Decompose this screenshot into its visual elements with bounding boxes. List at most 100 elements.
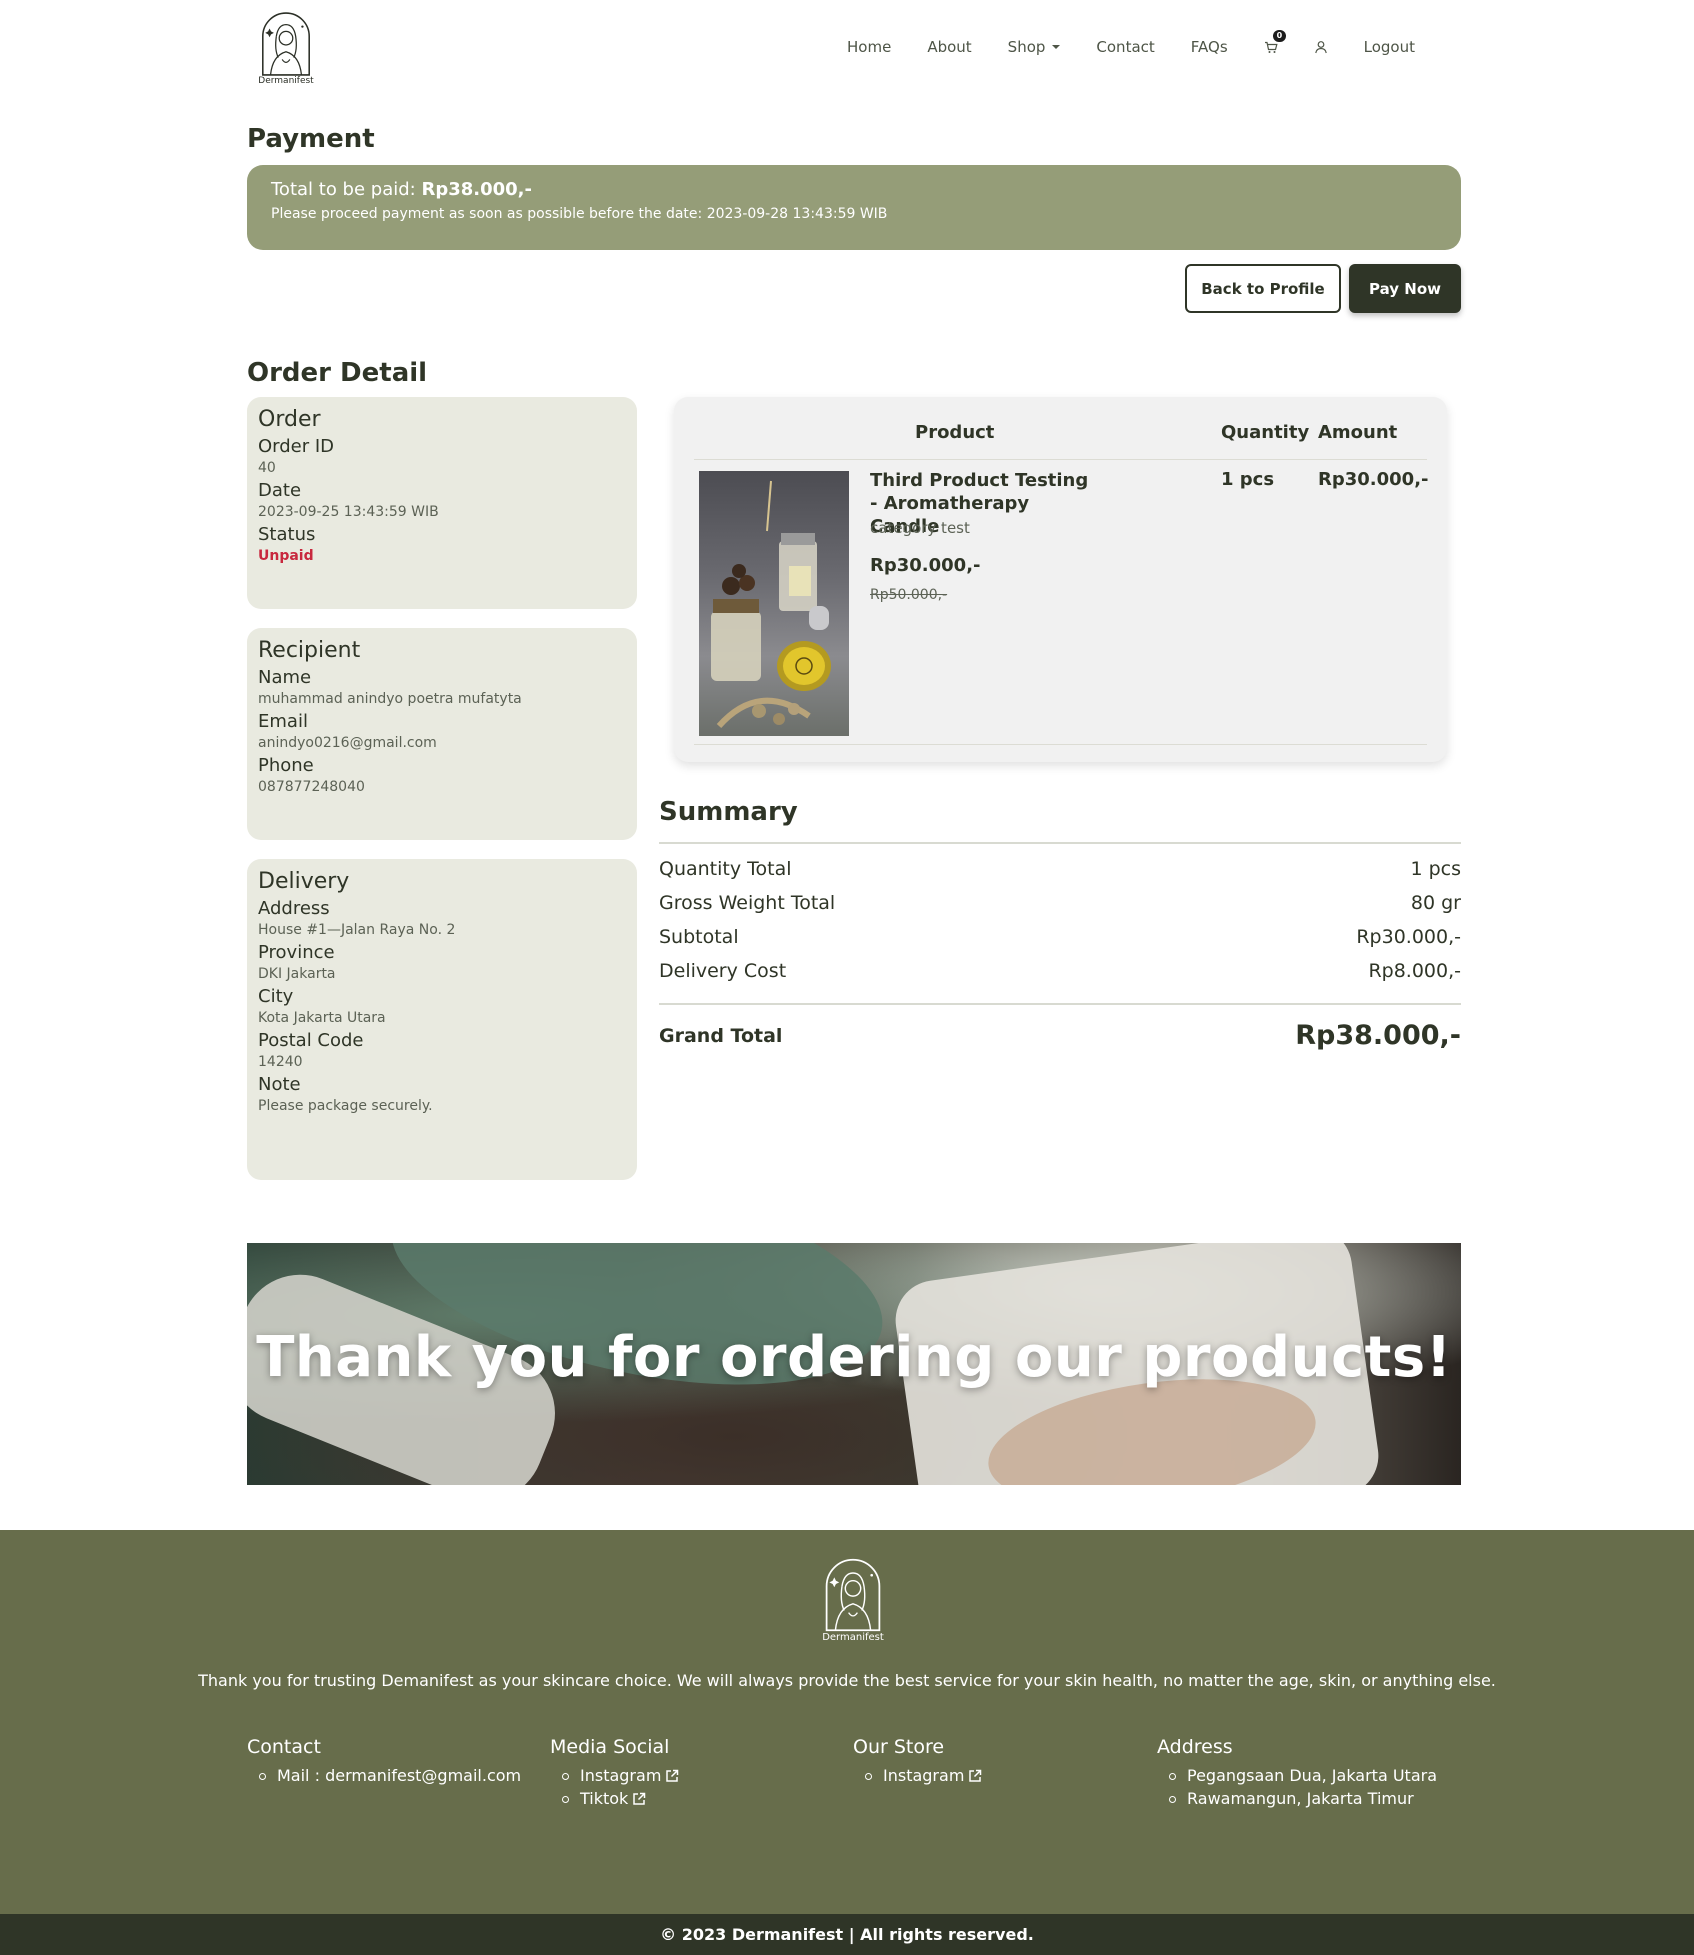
recipient-phone-label: Phone xyxy=(258,755,314,776)
footer-media-social: Media Social Instagram Tiktok xyxy=(550,1736,679,1810)
footer-our-store: Our Store Instagram xyxy=(853,1736,982,1787)
order-card: Order Order ID 40 Date 2023-09-25 13:43:… xyxy=(247,397,637,609)
grand-total-label: Grand Total xyxy=(659,1024,783,1047)
delivery-address-value: House #1—Jalan Raya No. 2 xyxy=(258,922,456,938)
delivery-card-title: Delivery xyxy=(258,869,350,894)
delivery-city-value: Kota Jakarta Utara xyxy=(258,1010,386,1026)
cart-icon xyxy=(1264,41,1278,53)
delivery-province-label: Province xyxy=(258,942,335,963)
footer-address: Address Pegangsaan Dua, Jakarta Utara Ra… xyxy=(1157,1736,1437,1810)
summary-divider-bottom xyxy=(659,1003,1461,1005)
payment-total-label: Total to be paid: xyxy=(271,179,416,200)
summary-label: Gross Weight Total xyxy=(659,892,836,914)
summary-row-delivery: Delivery Cost Rp8.000,- xyxy=(659,960,1461,982)
order-date-label: Date xyxy=(258,480,302,501)
footer-link-label: Tiktok xyxy=(580,1789,629,1808)
footer-link-label: Instagram xyxy=(580,1766,662,1785)
delivery-postal-label: Postal Code xyxy=(258,1030,364,1051)
candle-product-photo xyxy=(711,480,831,729)
footer-logo: Dermanifest xyxy=(818,1557,888,1643)
delivery-city-label: City xyxy=(258,986,294,1007)
brand-logo-text: Dermanifest xyxy=(258,76,314,86)
recipient-name-label: Name xyxy=(258,667,312,688)
payment-total: Total to be paid: Rp38.000,- xyxy=(271,179,1437,200)
order-id-value: 40 xyxy=(258,460,276,476)
recipient-card: Recipient Name muhammad anindyo poetra m… xyxy=(247,628,637,840)
cart-button[interactable]: 0 xyxy=(1246,29,1296,54)
user-icon xyxy=(1314,41,1327,54)
footer-media-title: Media Social xyxy=(550,1736,670,1758)
order-detail-heading: Order Detail xyxy=(247,358,428,388)
copyright-bar: © 2023 Dermanifest | All rights reserved… xyxy=(0,1914,1694,1955)
footer-tagline: Thank you for trusting Demanifest as you… xyxy=(198,1671,1496,1690)
delivery-note-value: Please package securely. xyxy=(258,1098,433,1114)
pay-now-button[interactable]: Pay Now xyxy=(1349,264,1461,313)
chevron-down-icon xyxy=(1052,45,1061,49)
footer-link-store-instagram[interactable]: Instagram xyxy=(865,1764,982,1787)
footer-address-item: Pegangsaan Dua, Jakarta Utara xyxy=(1169,1764,1437,1787)
profile-button[interactable] xyxy=(1296,40,1346,54)
thank-you-text: Thank you for ordering our products! xyxy=(256,1325,1452,1390)
footer-address-title: Address xyxy=(1157,1736,1233,1758)
delivery-postal-value: 14240 xyxy=(258,1054,303,1070)
navbar: Dermanifest Home About Shop Contact FAQs… xyxy=(0,0,1694,100)
external-link-icon xyxy=(633,1792,646,1805)
payment-heading: Payment xyxy=(247,124,375,154)
back-to-profile-button[interactable]: Back to Profile xyxy=(1185,264,1341,313)
order-status-label: Status xyxy=(258,524,316,545)
summary-value: Rp8.000,- xyxy=(1368,960,1461,982)
column-header-amount: Amount xyxy=(1318,422,1398,443)
table-header-divider xyxy=(694,459,1427,460)
brand-logo-icon xyxy=(825,1558,881,1632)
order-card-title: Order xyxy=(258,407,321,432)
nav-logout[interactable]: Logout xyxy=(1346,38,1433,56)
nav-home[interactable]: Home xyxy=(829,38,909,56)
delivery-card: Delivery Address House #1—Jalan Raya No.… xyxy=(247,859,637,1180)
footer-link-instagram[interactable]: Instagram xyxy=(562,1764,679,1787)
payment-deadline-note: Please proceed payment as soon as possib… xyxy=(271,206,888,222)
summary-divider-top xyxy=(659,842,1461,844)
delivery-address-label: Address xyxy=(258,898,330,919)
footer-link-tiktok[interactable]: Tiktok xyxy=(562,1787,679,1810)
brand-logo[interactable]: Dermanifest xyxy=(256,11,316,89)
summary-value: 1 pcs xyxy=(1410,858,1461,880)
footer-link-label: Instagram xyxy=(883,1766,965,1785)
nav-about[interactable]: About xyxy=(909,38,989,56)
product-amount: Rp30.000,- xyxy=(1318,469,1429,490)
summary-label: Delivery Cost xyxy=(659,960,787,982)
main-nav: Home About Shop Contact FAQs 0 Logout xyxy=(829,29,1433,56)
summary-value: Rp30.000,- xyxy=(1356,926,1461,948)
nav-faqs[interactable]: FAQs xyxy=(1173,38,1246,56)
delivery-province-value: DKI Jakarta xyxy=(258,966,336,982)
summary-label: Subtotal xyxy=(659,926,739,948)
payment-total-value: Rp38.000,- xyxy=(421,179,532,200)
payment-banner: Total to be paid: Rp38.000,- Please proc… xyxy=(247,165,1461,250)
footer-contact: Contact Mail : dermanifest@gmail.com xyxy=(247,1736,521,1787)
recipient-email-label: Email xyxy=(258,711,308,732)
product-image[interactable] xyxy=(699,471,849,736)
product-category: category test xyxy=(870,519,970,537)
nav-shop-label: Shop xyxy=(1007,38,1046,56)
external-link-icon xyxy=(969,1769,982,1782)
product-old-price: Rp50.000,- xyxy=(870,587,948,603)
footer-logo-text: Dermanifest xyxy=(822,1632,884,1643)
summary-row-subtotal: Subtotal Rp30.000,- xyxy=(659,926,1461,948)
nav-contact[interactable]: Contact xyxy=(1078,38,1172,56)
external-link-icon xyxy=(666,1769,679,1782)
summary-label: Quantity Total xyxy=(659,858,792,880)
summary-heading: Summary xyxy=(659,797,798,827)
recipient-card-title: Recipient xyxy=(258,638,361,663)
brand-logo-icon xyxy=(262,12,310,76)
order-id-label: Order ID xyxy=(258,436,335,457)
delivery-note-label: Note xyxy=(258,1074,301,1095)
grand-total-value: Rp38.000,- xyxy=(1295,1020,1461,1051)
footer-contact-mail[interactable]: Mail : dermanifest@gmail.com xyxy=(259,1764,521,1787)
nav-shop[interactable]: Shop xyxy=(990,38,1079,56)
footer-address-item: Rawamangun, Jakarta Timur xyxy=(1169,1787,1437,1810)
order-date-value: 2023-09-25 13:43:59 WIB xyxy=(258,504,439,520)
summary-row-quantity: Quantity Total 1 pcs xyxy=(659,858,1461,880)
recipient-email-value: anindyo0216@gmail.com xyxy=(258,735,437,751)
product-quantity: 1 pcs xyxy=(1221,469,1275,490)
product-table: Product Quantity Amount Third Product Te… xyxy=(674,397,1447,762)
footer-store-title: Our Store xyxy=(853,1736,945,1758)
